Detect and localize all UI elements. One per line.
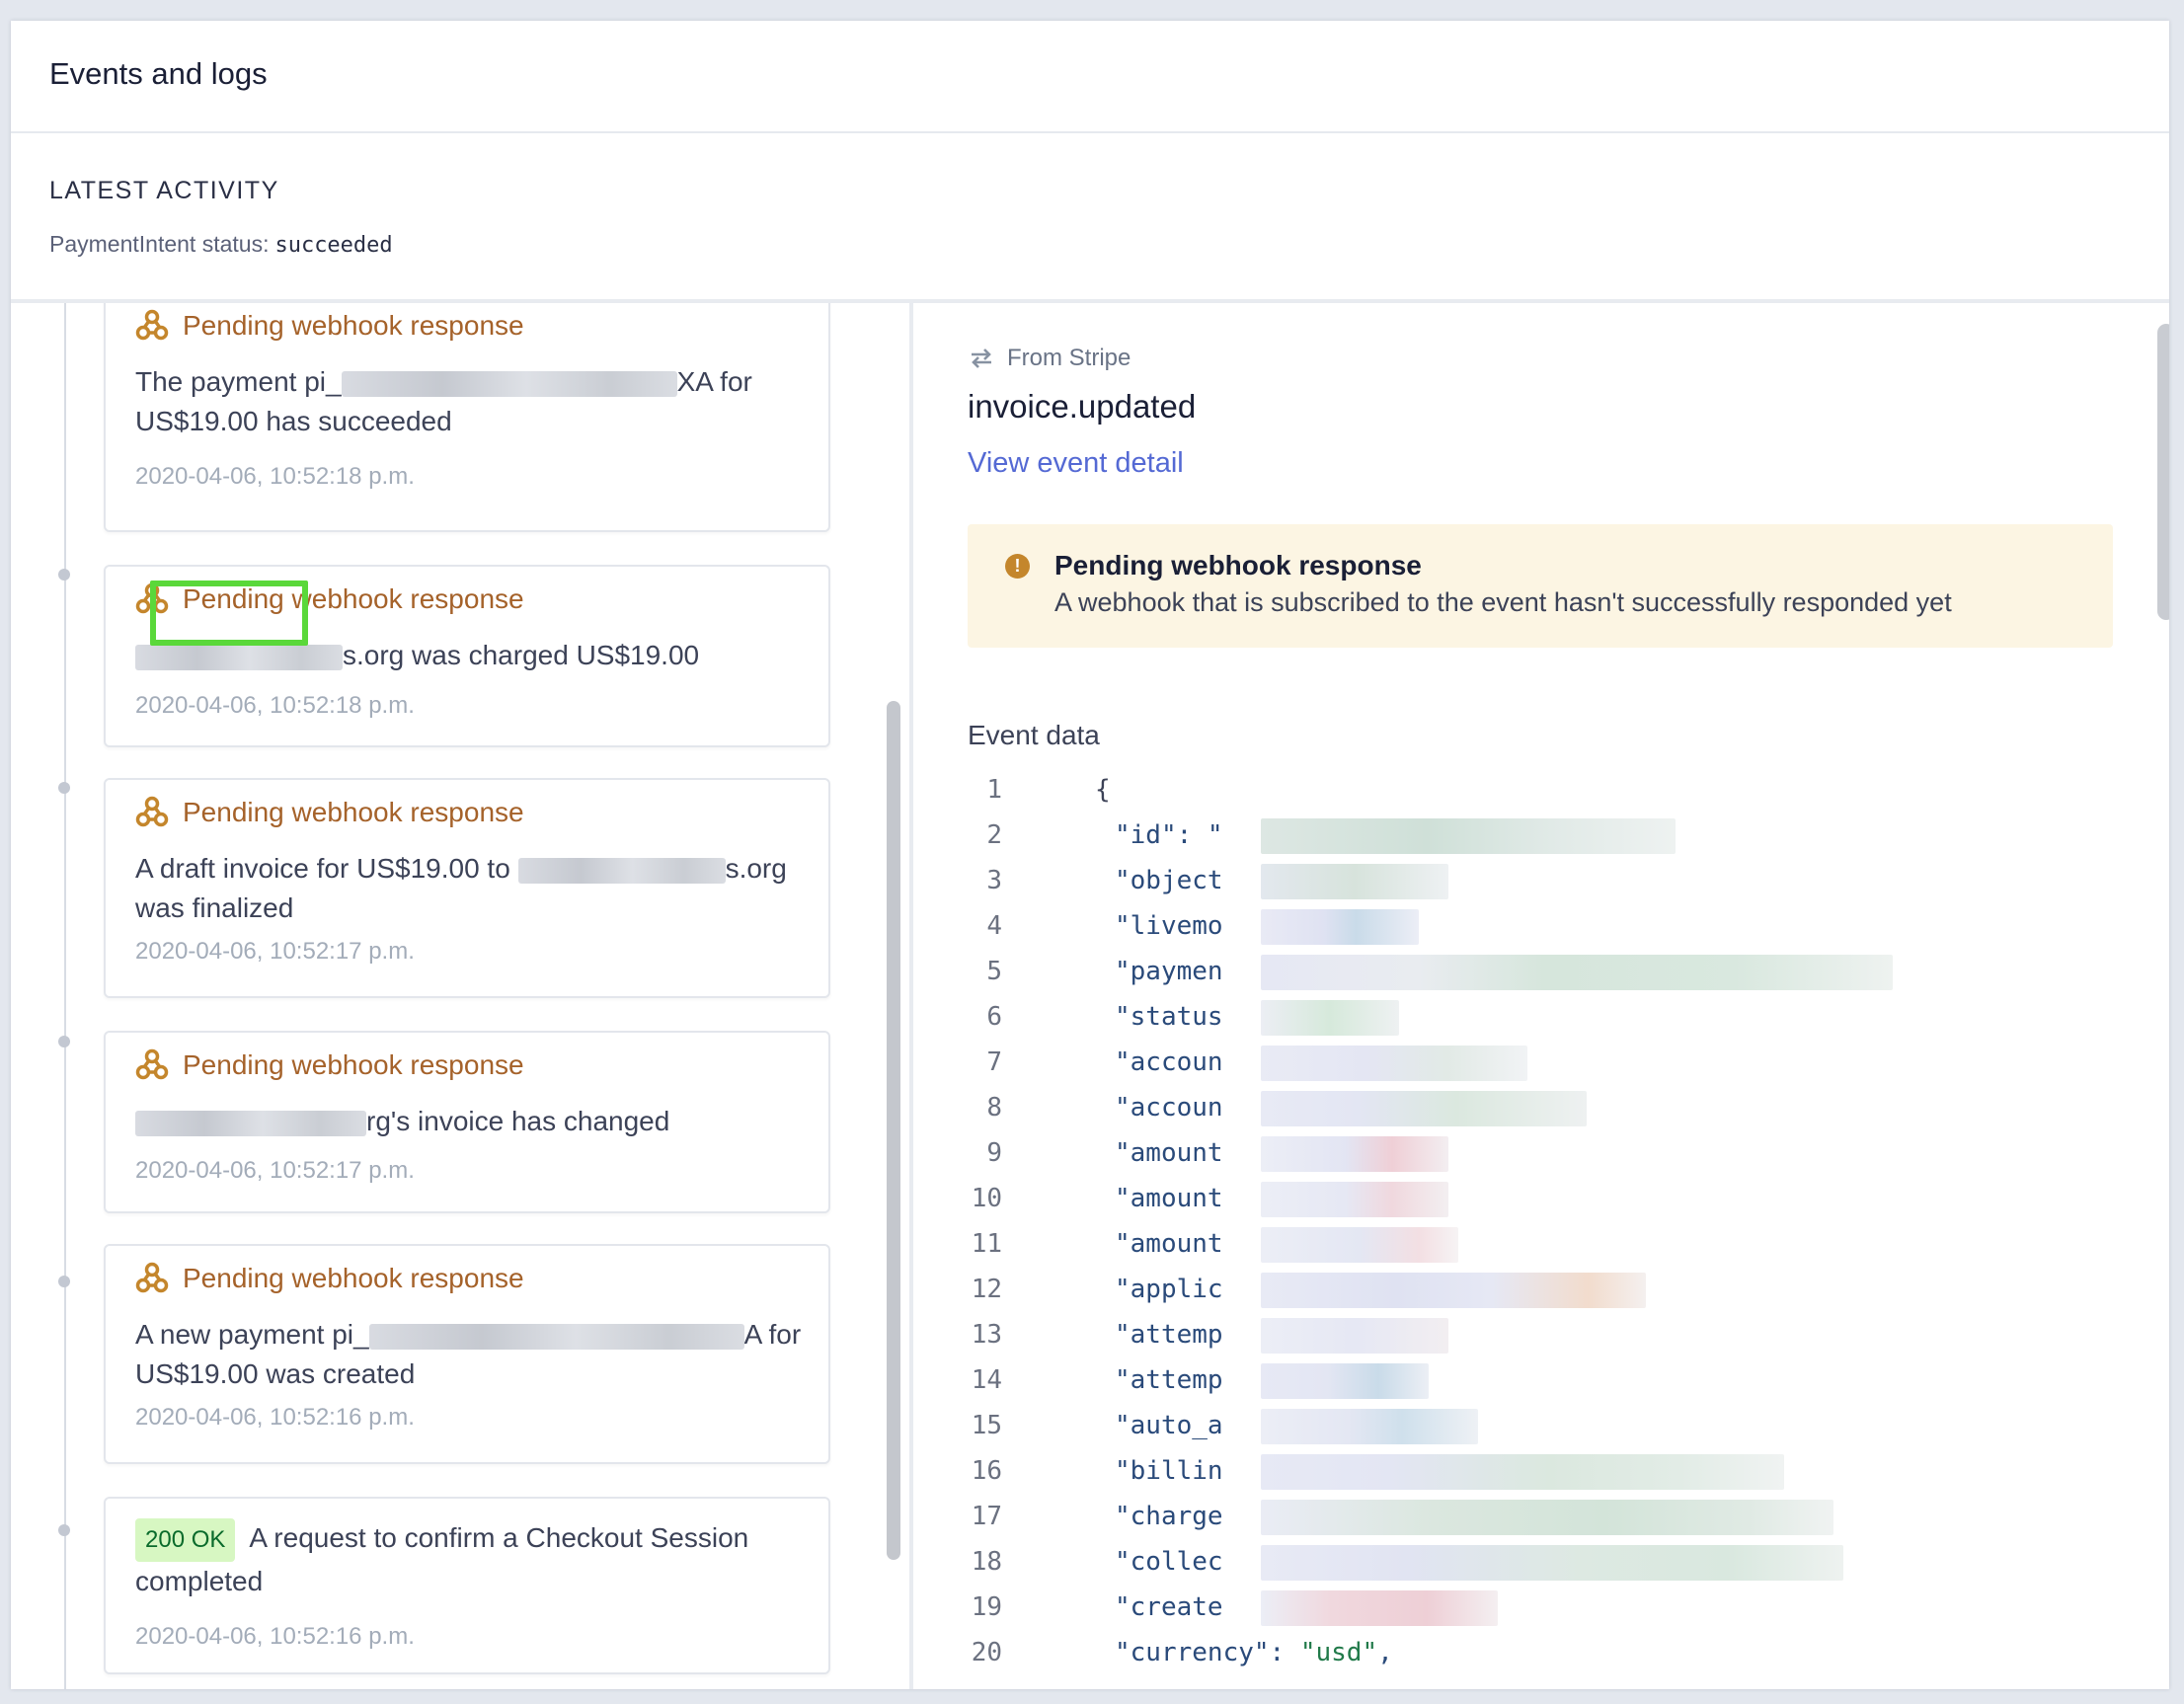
code-line: 7 "accoun <box>953 1040 2138 1085</box>
redacted-text <box>368 1323 744 1350</box>
event-timestamp: 2020-04-06, 10:52:16 p.m. <box>135 1404 415 1431</box>
webhook-icon <box>135 1048 169 1080</box>
code-line: 6 "status <box>953 994 2138 1040</box>
event-header: Pending webhook response <box>135 796 524 829</box>
alert-description: A webhook that is subscribed to the even… <box>1054 587 1952 617</box>
code-line: 20 "currency": "usd", <box>971 1638 1393 1667</box>
event-card[interactable]: Pending webhook response A draft invoice… <box>104 778 830 998</box>
event-timestamp: 2020-04-06, 10:52:17 p.m. <box>135 938 415 965</box>
redacted-text <box>341 370 677 397</box>
event-detail: From Stripe invoice.updated View event d… <box>913 303 2169 1689</box>
event-type: invoice.updated <box>968 388 1197 425</box>
event-label: Pending webhook response <box>183 1263 524 1293</box>
code-line: 2 "id": " <box>953 813 2138 858</box>
timeline-dot <box>58 1524 70 1536</box>
code-line: 13 "attemp <box>953 1312 2138 1357</box>
panel-title: Events and logs <box>49 56 268 91</box>
code-line: 16 "billin <box>953 1448 2138 1494</box>
code-line: 10 "amount <box>953 1176 2138 1221</box>
event-label: Pending webhook response <box>183 797 524 827</box>
event-timestamp: 2020-04-06, 10:52:16 p.m. <box>135 1623 415 1650</box>
event-card[interactable]: 200 OK A request to confirm a Checkout Se… <box>104 1497 830 1674</box>
timeline-line <box>64 303 66 1689</box>
code-line: 14 "attemp <box>953 1357 2138 1403</box>
code-line: 15 "auto_a <box>953 1403 2138 1448</box>
code-viewer[interactable]: 1{ 2 "id": " 3 "object 4 "livemo 5 "paymen 6… <box>953 767 2138 1675</box>
event-description: The payment pi_ XA for US$19.00 has succe… <box>135 366 752 436</box>
event-card[interactable]: Pending webhook response rg's invoice ha… <box>104 1031 830 1213</box>
event-card[interactable]: Pending webhook response A new payment p… <box>104 1244 830 1464</box>
highlight-box <box>150 581 308 646</box>
event-description: A draft invoice for US$19.00 to s.org wa… <box>135 853 787 923</box>
view-event-detail-link[interactable]: View event detail <box>968 447 1184 480</box>
code-line: 11 "amount <box>953 1221 2138 1267</box>
timeline-dot <box>58 569 70 581</box>
events-logs-panel: Events and logs LATEST ACTIVITY PaymentI… <box>11 21 2169 1689</box>
panel-header: Events and logs <box>11 21 2169 133</box>
code-line: 1{ <box>986 775 1111 805</box>
event-label: Pending webhook response <box>183 310 524 341</box>
warning-icon: ! <box>1005 554 1030 579</box>
timeline-dot <box>58 782 70 794</box>
alert-title: Pending webhook response <box>1054 550 1422 581</box>
timeline-dot <box>58 1276 70 1287</box>
timeline-dot <box>58 1036 70 1047</box>
transfer-arrows-icon <box>972 349 991 368</box>
webhook-icon <box>135 1262 169 1293</box>
event-card[interactable]: Pending webhook response The payment pi_… <box>104 303 830 532</box>
webhook-warning-banner: ! Pending webhook response A webhook tha… <box>968 524 2113 648</box>
event-timestamp: 2020-04-06, 10:52:18 p.m. <box>135 463 415 490</box>
code-line: 18 "collec <box>953 1539 2138 1585</box>
event-description: 200 OK A request to confirm a Checkout Se… <box>135 1518 817 1601</box>
redacted-text <box>517 857 726 884</box>
event-list[interactable]: Pending webhook response The payment pi_… <box>11 303 880 1689</box>
event-description: A new payment pi_ A for US$19.00 was crea… <box>135 1319 802 1389</box>
event-header: Pending webhook response <box>135 1262 524 1295</box>
webhook-icon <box>135 309 169 341</box>
code-line: 19 "create <box>953 1585 2138 1630</box>
status-value: succeeded <box>274 233 393 258</box>
payment-intent-status: PaymentIntent status: succeeded <box>49 231 393 258</box>
code-line: 17 "charge <box>953 1494 2138 1539</box>
detail-scrollbar-thumb[interactable] <box>2157 324 2169 620</box>
event-label: Pending webhook response <box>183 1049 524 1080</box>
event-timestamp: 2020-04-06, 10:52:18 p.m. <box>135 692 415 719</box>
redacted-text <box>135 644 343 670</box>
code-line: 4 "livemo <box>953 903 2138 949</box>
event-description: rg's invoice has changed <box>135 1102 817 1141</box>
webhook-icon <box>135 796 169 827</box>
code-line: 9 "amount <box>953 1130 2138 1176</box>
code-line: 8 "accoun <box>953 1085 2138 1130</box>
status-badge: 200 OK <box>135 1518 236 1562</box>
code-line: 3 "object <box>953 858 2138 903</box>
event-header: Pending webhook response <box>135 309 524 343</box>
redacted-text <box>135 1110 366 1136</box>
scrollbar-thumb[interactable] <box>887 701 900 1560</box>
latest-activity-heading: LATEST ACTIVITY <box>49 177 279 204</box>
code-line: 5 "paymen <box>953 949 2138 994</box>
code-line: 12 "applic <box>953 1267 2138 1312</box>
event-data-heading: Event data <box>968 720 1100 750</box>
event-header: Pending webhook response <box>135 1048 524 1082</box>
event-source: From Stripe <box>968 345 1131 372</box>
event-timestamp: 2020-04-06, 10:52:17 p.m. <box>135 1157 415 1184</box>
event-list-scrollbar[interactable] <box>880 303 907 1689</box>
status-label: PaymentIntent status: <box>49 231 270 257</box>
